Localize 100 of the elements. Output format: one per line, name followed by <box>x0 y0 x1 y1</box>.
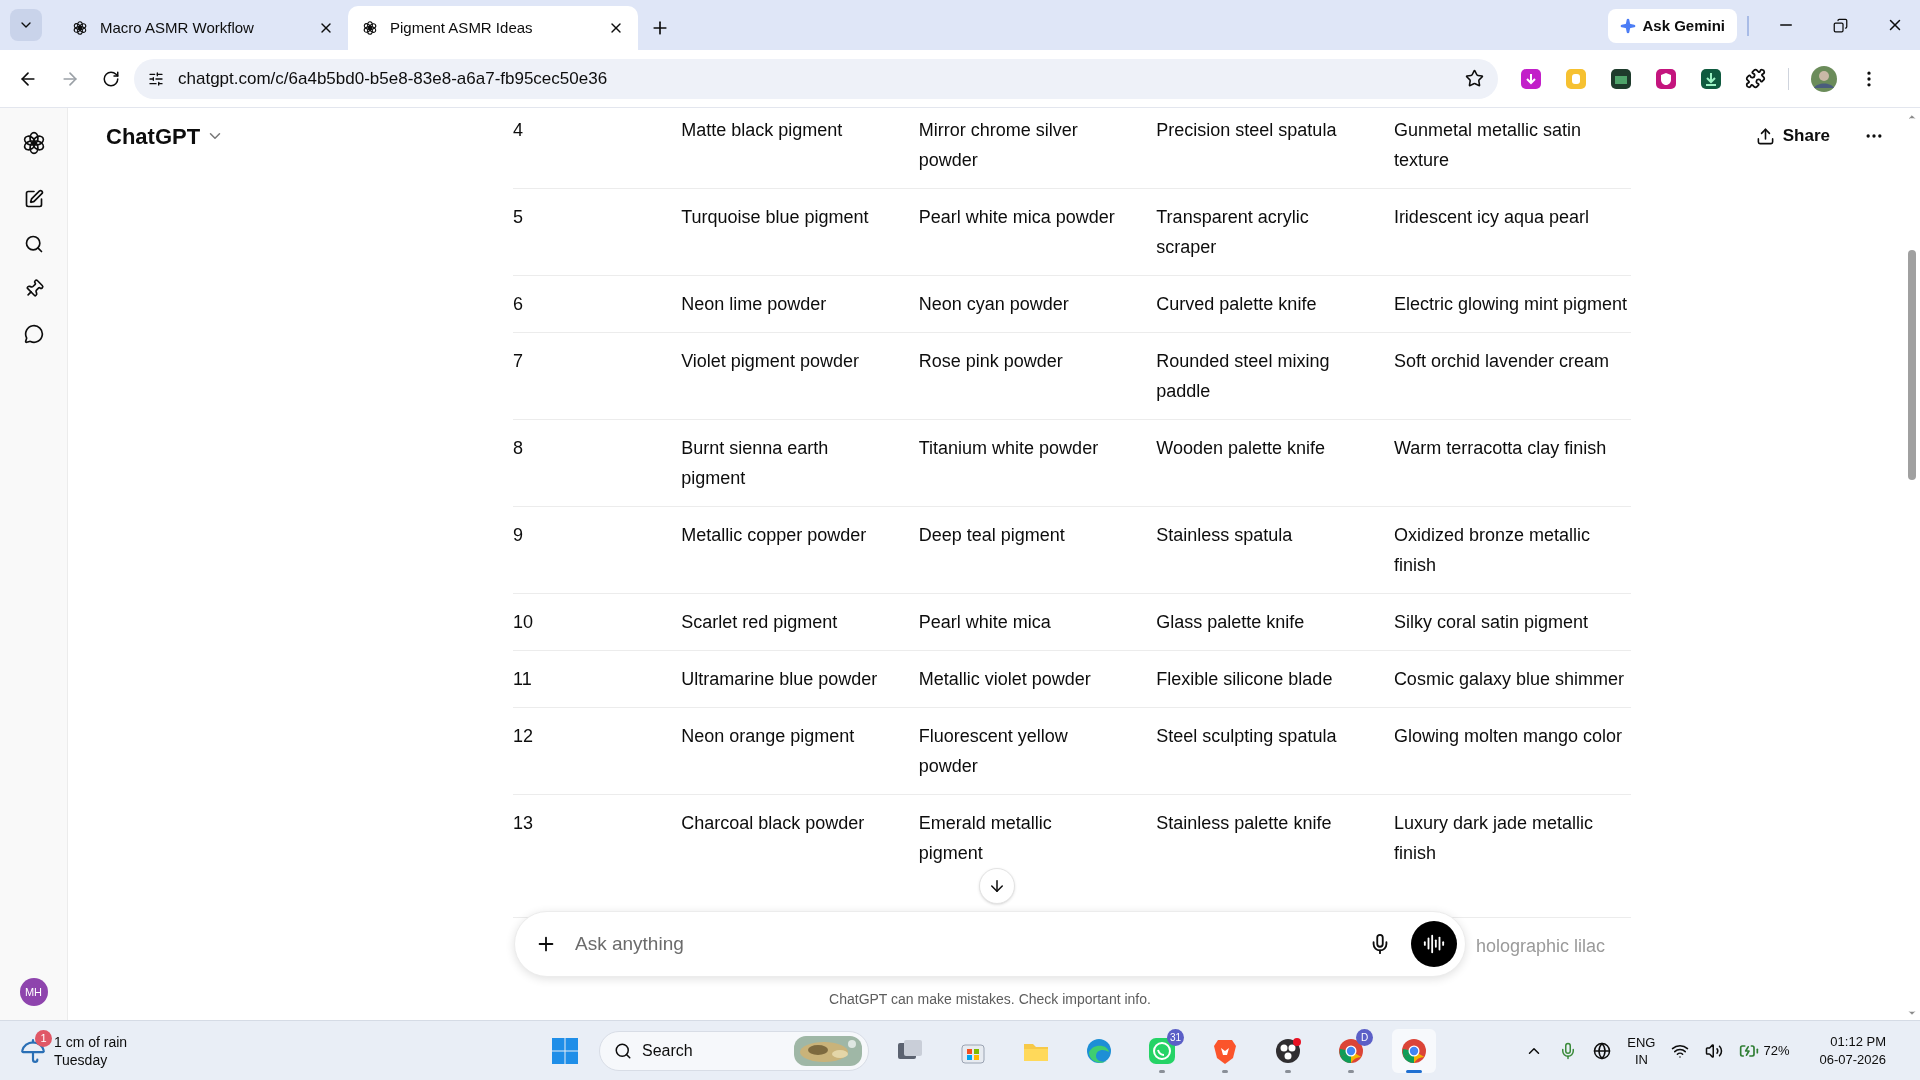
message-input[interactable]: Ask anything <box>575 929 1369 959</box>
table-cell-text: 5 <box>513 206 523 229</box>
scroll-down-button[interactable] <box>978 868 1015 904</box>
profile-avatar[interactable] <box>1811 65 1837 92</box>
table-cell-text: Violet pigment powder <box>681 350 859 373</box>
sparkle-icon <box>1620 18 1637 34</box>
extension-icon[interactable] <box>1610 67 1632 90</box>
table-cell-text: Matte black pigment <box>681 119 843 142</box>
taskbar-search[interactable]: Search <box>599 1030 869 1071</box>
table-cell-text: Gunmetal metallic satin texture <box>1393 119 1582 172</box>
table-cell-text: 4 <box>513 119 523 142</box>
table-cell-text: Titanium white powder <box>918 437 1099 460</box>
table-cell-text: Stainless spatula <box>1156 524 1293 547</box>
scroll-down-icon[interactable] <box>1907 1008 1917 1018</box>
table-cell-text: 11 <box>513 668 532 691</box>
tab-search-button[interactable] <box>10 9 42 41</box>
taskbar-app[interactable]: D <box>1329 1028 1373 1073</box>
table-cell-text: Transparent acrylic scraper <box>1156 206 1310 259</box>
table-cell-text: Glowing molten mango color <box>1393 725 1622 748</box>
table-cell-text: Fluorescent yellow powder <box>918 725 1069 778</box>
table-cell-text: Wooden palette knife <box>1156 437 1326 460</box>
table-cell-text: Stainless palette knife <box>1156 812 1332 835</box>
table-cell-text: Deep teal pigment <box>918 524 1065 547</box>
table-cell-text: Warm terracotta clay finish <box>1393 437 1607 460</box>
table-cell-text: Turquoise blue pigment <box>681 206 869 229</box>
ask-gemini-button[interactable]: Ask Gemini <box>1608 9 1737 43</box>
table-cell-text: Pearl white mica powder <box>918 206 1115 229</box>
table-cell-text: Curved palette knife <box>1156 293 1317 316</box>
table-cell-text: 6 <box>513 293 523 316</box>
sound-wave-icon <box>1423 933 1445 955</box>
volume-icon[interactable] <box>1705 1041 1724 1060</box>
table-cell-text: Pearl white mica <box>918 611 1051 634</box>
language-text[interactable]: ENG <box>1627 1033 1656 1051</box>
battery-text: 72% <box>1763 1041 1790 1060</box>
region-text[interactable]: IN <box>1634 1050 1648 1068</box>
weather-day: Tuesday <box>54 1050 128 1069</box>
scrollbar-thumb[interactable] <box>1908 250 1916 480</box>
disclaimer-text: ChatGPT can make mistakes. Check important info. <box>829 990 1151 1009</box>
extensions-icon[interactable] <box>1745 68 1766 89</box>
extension-icon[interactable] <box>1700 67 1722 90</box>
table-cell-text: Precision steel spatula <box>1156 119 1337 142</box>
table-cell-text: Emerald metallic pigment <box>918 812 1053 865</box>
table-cell-text: 13 <box>513 812 534 835</box>
table-cell-text: Silky coral satin pigment <box>1393 611 1588 634</box>
table-cell-text: Iridescent icy aqua pearl <box>1393 206 1589 229</box>
table-cell-text: holographic lilac <box>1475 935 1605 958</box>
browser-tab[interactable]: Macro ASMR Workflow <box>58 6 348 50</box>
favicon-icon <box>362 20 378 36</box>
chat-icon[interactable] <box>23 324 44 344</box>
search-icon <box>614 1041 632 1060</box>
table-cell-text: 7 <box>513 350 523 373</box>
table-cell-text: Soft orchid lavender cream <box>1393 350 1609 373</box>
record-icon <box>1273 1035 1303 1066</box>
model-selector[interactable]: ChatGPT <box>106 119 225 153</box>
search-icon[interactable] <box>23 234 44 254</box>
browser-tab[interactable]: Pigment ASMR Ideas <box>348 6 638 50</box>
table-cell-text: Neon orange pigment <box>681 725 855 748</box>
scroll-up-icon[interactable] <box>1907 112 1917 122</box>
table-cell-text: Rose pink powder <box>918 350 1063 373</box>
start-icon[interactable] <box>550 1035 580 1066</box>
table-cell-text: Burnt sienna earth pigment <box>681 437 830 490</box>
table-cell-text: Luxury dark jade metallic finish <box>1393 812 1594 865</box>
table-cell-text: Cosmic galaxy blue shimmer <box>1393 668 1624 691</box>
clock-date[interactable]: 06-07-2026 <box>1819 1050 1886 1069</box>
voice-button[interactable] <box>1411 921 1457 967</box>
notification-badge: 31 <box>1166 1028 1184 1046</box>
table-cell-text: 10 <box>513 611 534 634</box>
extension-icon[interactable] <box>1655 67 1677 90</box>
taskbar-app[interactable]: 31 <box>1140 1028 1184 1073</box>
weather-text: 1 cm of rain <box>54 1032 128 1051</box>
table-cell-text: Rounded steel mixing paddle <box>1156 350 1331 403</box>
new-chat-icon[interactable] <box>23 189 44 209</box>
url-text: chatgpt.com/c/6a4b5bd0-b5e8-83e8-a6a7-fb95cec50e36 <box>178 67 609 90</box>
search-label: Search <box>642 1040 694 1061</box>
message-field[interactable]: Ask anything <box>514 911 1466 977</box>
table-cell-text: Glass palette knife <box>1156 611 1305 634</box>
site-settings-icon[interactable] <box>148 70 164 87</box>
table-cell-text: Steel sculpting spatula <box>1156 725 1337 748</box>
table-cell-text: Flexible silicone blade <box>1156 668 1333 691</box>
clock-time[interactable]: 01:12 PM <box>1830 1032 1886 1051</box>
reload-icon[interactable] <box>102 69 120 88</box>
address-field[interactable]: chatgpt.com/c/6a4b5bd0-b5e8-83e8-a6a7-fb95cec50e36 <box>134 58 1498 99</box>
table-cell-text: Metallic copper powder <box>681 524 867 547</box>
table-cell-text: Neon cyan powder <box>918 293 1069 316</box>
table-cell-text: 12 <box>513 725 534 748</box>
user-avatar[interactable]: MH <box>19 978 48 1006</box>
table-cell-text: Scarlet red pigment <box>681 611 838 634</box>
restore-icon[interactable] <box>1833 18 1848 33</box>
tab-title: Pigment ASMR Ideas <box>390 17 534 38</box>
globe-icon[interactable] <box>1593 1041 1612 1060</box>
table-cell-text: Ultramarine blue powder <box>681 668 878 691</box>
tab-title: Macro ASMR Workflow <box>100 17 255 38</box>
share-icon <box>1755 126 1775 146</box>
favicon-icon <box>72 20 88 36</box>
bookmark-icon[interactable] <box>1465 69 1484 88</box>
table-cell-text: Electric glowing mint pigment <box>1393 293 1627 316</box>
table-cell-text: Charcoal black powder <box>681 812 865 835</box>
table-cell-text: Oxidized bronze metallic finish <box>1393 524 1591 577</box>
notification-badge: D <box>1356 1028 1373 1046</box>
table-cell-text: Neon lime powder <box>681 293 827 316</box>
